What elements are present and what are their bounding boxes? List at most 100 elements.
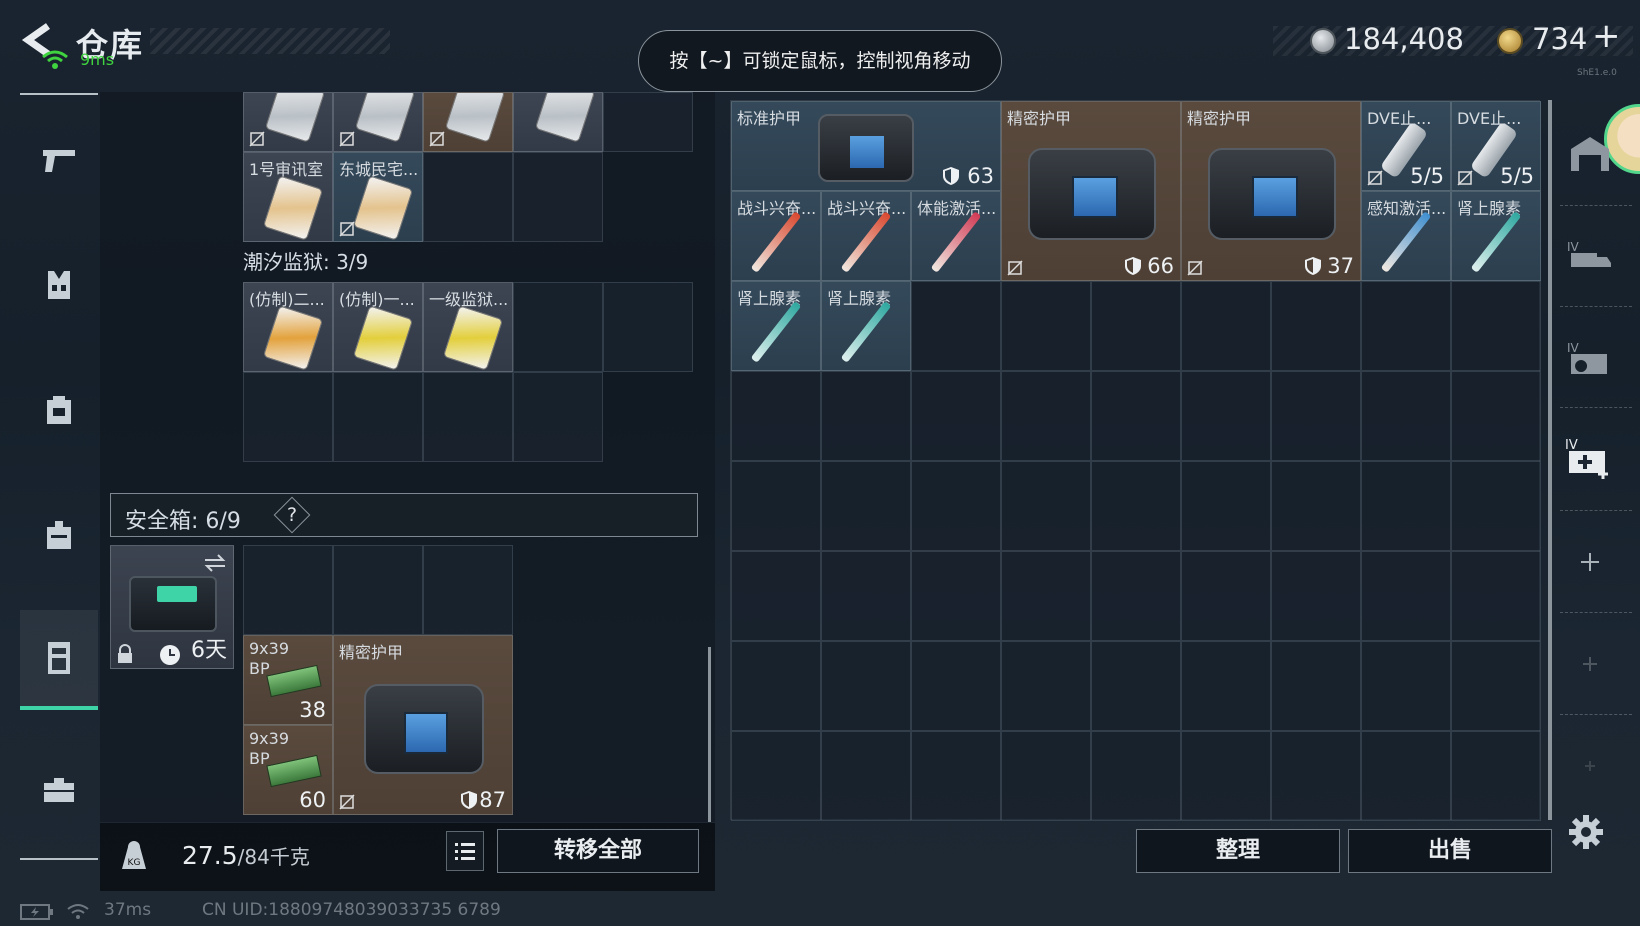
empty-slot[interactable]	[333, 545, 423, 635]
warehouse-tab-3[interactable]: IV	[1555, 308, 1625, 408]
empty-slot[interactable]	[1181, 731, 1271, 821]
empty-slot[interactable]	[1091, 461, 1181, 551]
empty-slot[interactable]	[513, 372, 603, 462]
medkit-item[interactable]: DVE止... 5/5	[1361, 101, 1451, 191]
stim-item[interactable]: 体能激活...	[911, 191, 1001, 281]
empty-slot[interactable]	[1181, 641, 1271, 731]
stim-item[interactable]: 肾上腺素	[731, 281, 821, 371]
empty-slot[interactable]	[423, 152, 513, 242]
empty-slot[interactable]	[1271, 551, 1361, 641]
inventory-item[interactable]	[243, 92, 333, 152]
empty-slot[interactable]	[603, 282, 693, 372]
empty-slot[interactable]	[1181, 371, 1271, 461]
stim-item[interactable]: 感知激活...	[1361, 191, 1451, 281]
empty-slot[interactable]	[911, 731, 1001, 821]
warehouse-tab-2[interactable]: IV	[1555, 207, 1625, 307]
empty-slot[interactable]	[1361, 551, 1451, 641]
empty-slot[interactable]	[513, 282, 603, 372]
inventory-item[interactable]: 东城民宅...	[333, 152, 423, 242]
empty-slot[interactable]	[1361, 731, 1451, 821]
armor-item[interactable]: 标准护甲 63	[731, 101, 1001, 191]
inventory-item[interactable]	[513, 92, 603, 152]
inventory-item[interactable]: 一级监狱...	[423, 282, 513, 372]
empty-slot[interactable]	[1091, 551, 1181, 641]
add-warehouse-tab-button[interactable]	[1555, 614, 1625, 714]
empty-slot[interactable]	[1181, 551, 1271, 641]
warehouse-tab-main[interactable]	[1555, 104, 1625, 204]
inventory-item[interactable]	[423, 92, 513, 152]
warehouse-scrollbar[interactable]	[1548, 100, 1552, 820]
empty-slot[interactable]	[1451, 281, 1541, 371]
settings-gear-icon[interactable]	[1568, 814, 1604, 850]
empty-slot[interactable]	[1091, 281, 1181, 371]
empty-slot[interactable]	[1271, 371, 1361, 461]
empty-slot[interactable]	[243, 545, 333, 635]
stim-item[interactable]: 战斗兴奋...	[731, 191, 821, 281]
empty-slot[interactable]	[821, 461, 911, 551]
sort-button[interactable]: 整理	[1136, 829, 1340, 873]
ammo-item[interactable]: 9x39 BP 38	[243, 635, 333, 725]
empty-slot[interactable]	[333, 372, 423, 462]
armor-item[interactable]: 精密护甲 37	[1181, 101, 1361, 281]
empty-slot[interactable]	[1361, 641, 1451, 731]
empty-slot[interactable]	[911, 281, 1001, 371]
stim-item[interactable]: 肾上腺素	[821, 281, 911, 371]
warehouse-tab-medical[interactable]: IV	[1555, 408, 1625, 508]
empty-slot[interactable]	[1091, 641, 1181, 731]
add-warehouse-tab-button[interactable]	[1555, 716, 1625, 816]
nav-backpack[interactable]	[20, 360, 98, 460]
empty-slot[interactable]	[1361, 281, 1451, 371]
list-view-button[interactable]	[446, 831, 484, 871]
empty-slot[interactable]	[1091, 371, 1181, 461]
sell-button[interactable]: 出售	[1348, 829, 1552, 873]
empty-slot[interactable]	[1451, 641, 1541, 731]
empty-slot[interactable]	[1001, 281, 1091, 371]
empty-slot[interactable]	[423, 372, 513, 462]
inventory-item[interactable]: (仿制)二...	[243, 282, 333, 372]
empty-slot[interactable]	[1271, 281, 1361, 371]
stim-item[interactable]: 肾上腺素	[1451, 191, 1541, 281]
nav-armor[interactable]	[20, 235, 98, 335]
nav-bag[interactable]	[20, 485, 98, 585]
nav-toolbox[interactable]	[20, 740, 98, 840]
empty-slot[interactable]	[1361, 371, 1451, 461]
empty-slot[interactable]	[1001, 371, 1091, 461]
empty-slot[interactable]	[603, 92, 693, 152]
transfer-all-button[interactable]: 转移全部	[497, 829, 699, 873]
empty-slot[interactable]	[911, 641, 1001, 731]
empty-slot[interactable]	[911, 551, 1001, 641]
help-icon[interactable]: ?	[287, 504, 297, 526]
empty-slot[interactable]	[1001, 641, 1091, 731]
empty-slot[interactable]	[731, 551, 821, 641]
empty-slot[interactable]	[1181, 281, 1271, 371]
armor-item[interactable]: 精密护甲 66	[1001, 101, 1181, 281]
add-warehouse-tab-button[interactable]	[1555, 512, 1625, 612]
scrollbar[interactable]	[708, 647, 711, 822]
empty-slot[interactable]	[911, 461, 1001, 551]
empty-slot[interactable]	[911, 371, 1001, 461]
medkit-item[interactable]: DVE止... 5/5	[1451, 101, 1541, 191]
armor-item[interactable]: 精密护甲 87	[333, 635, 513, 815]
empty-slot[interactable]	[513, 152, 603, 242]
empty-slot[interactable]	[423, 545, 513, 635]
empty-slot[interactable]	[1271, 641, 1361, 731]
empty-slot[interactable]	[243, 372, 333, 462]
empty-slot[interactable]	[1271, 731, 1361, 821]
empty-slot[interactable]	[1271, 461, 1361, 551]
empty-slot[interactable]	[1451, 461, 1541, 551]
empty-slot[interactable]	[1181, 461, 1271, 551]
add-currency-button[interactable]: +	[1592, 16, 1621, 56]
empty-slot[interactable]	[821, 371, 911, 461]
empty-slot[interactable]	[1451, 551, 1541, 641]
inventory-item[interactable]: (仿制)一...	[333, 282, 423, 372]
empty-slot[interactable]	[821, 731, 911, 821]
inventory-item[interactable]: 1号审讯室	[243, 152, 333, 242]
empty-slot[interactable]	[821, 551, 911, 641]
empty-slot[interactable]	[1361, 461, 1451, 551]
empty-slot[interactable]	[1091, 731, 1181, 821]
empty-slot[interactable]	[1451, 731, 1541, 821]
ammo-item[interactable]: 9x39 BP 60	[243, 725, 333, 815]
empty-slot[interactable]	[731, 371, 821, 461]
nav-warehouse[interactable]	[20, 610, 98, 710]
stim-item[interactable]: 战斗兴奋...	[821, 191, 911, 281]
